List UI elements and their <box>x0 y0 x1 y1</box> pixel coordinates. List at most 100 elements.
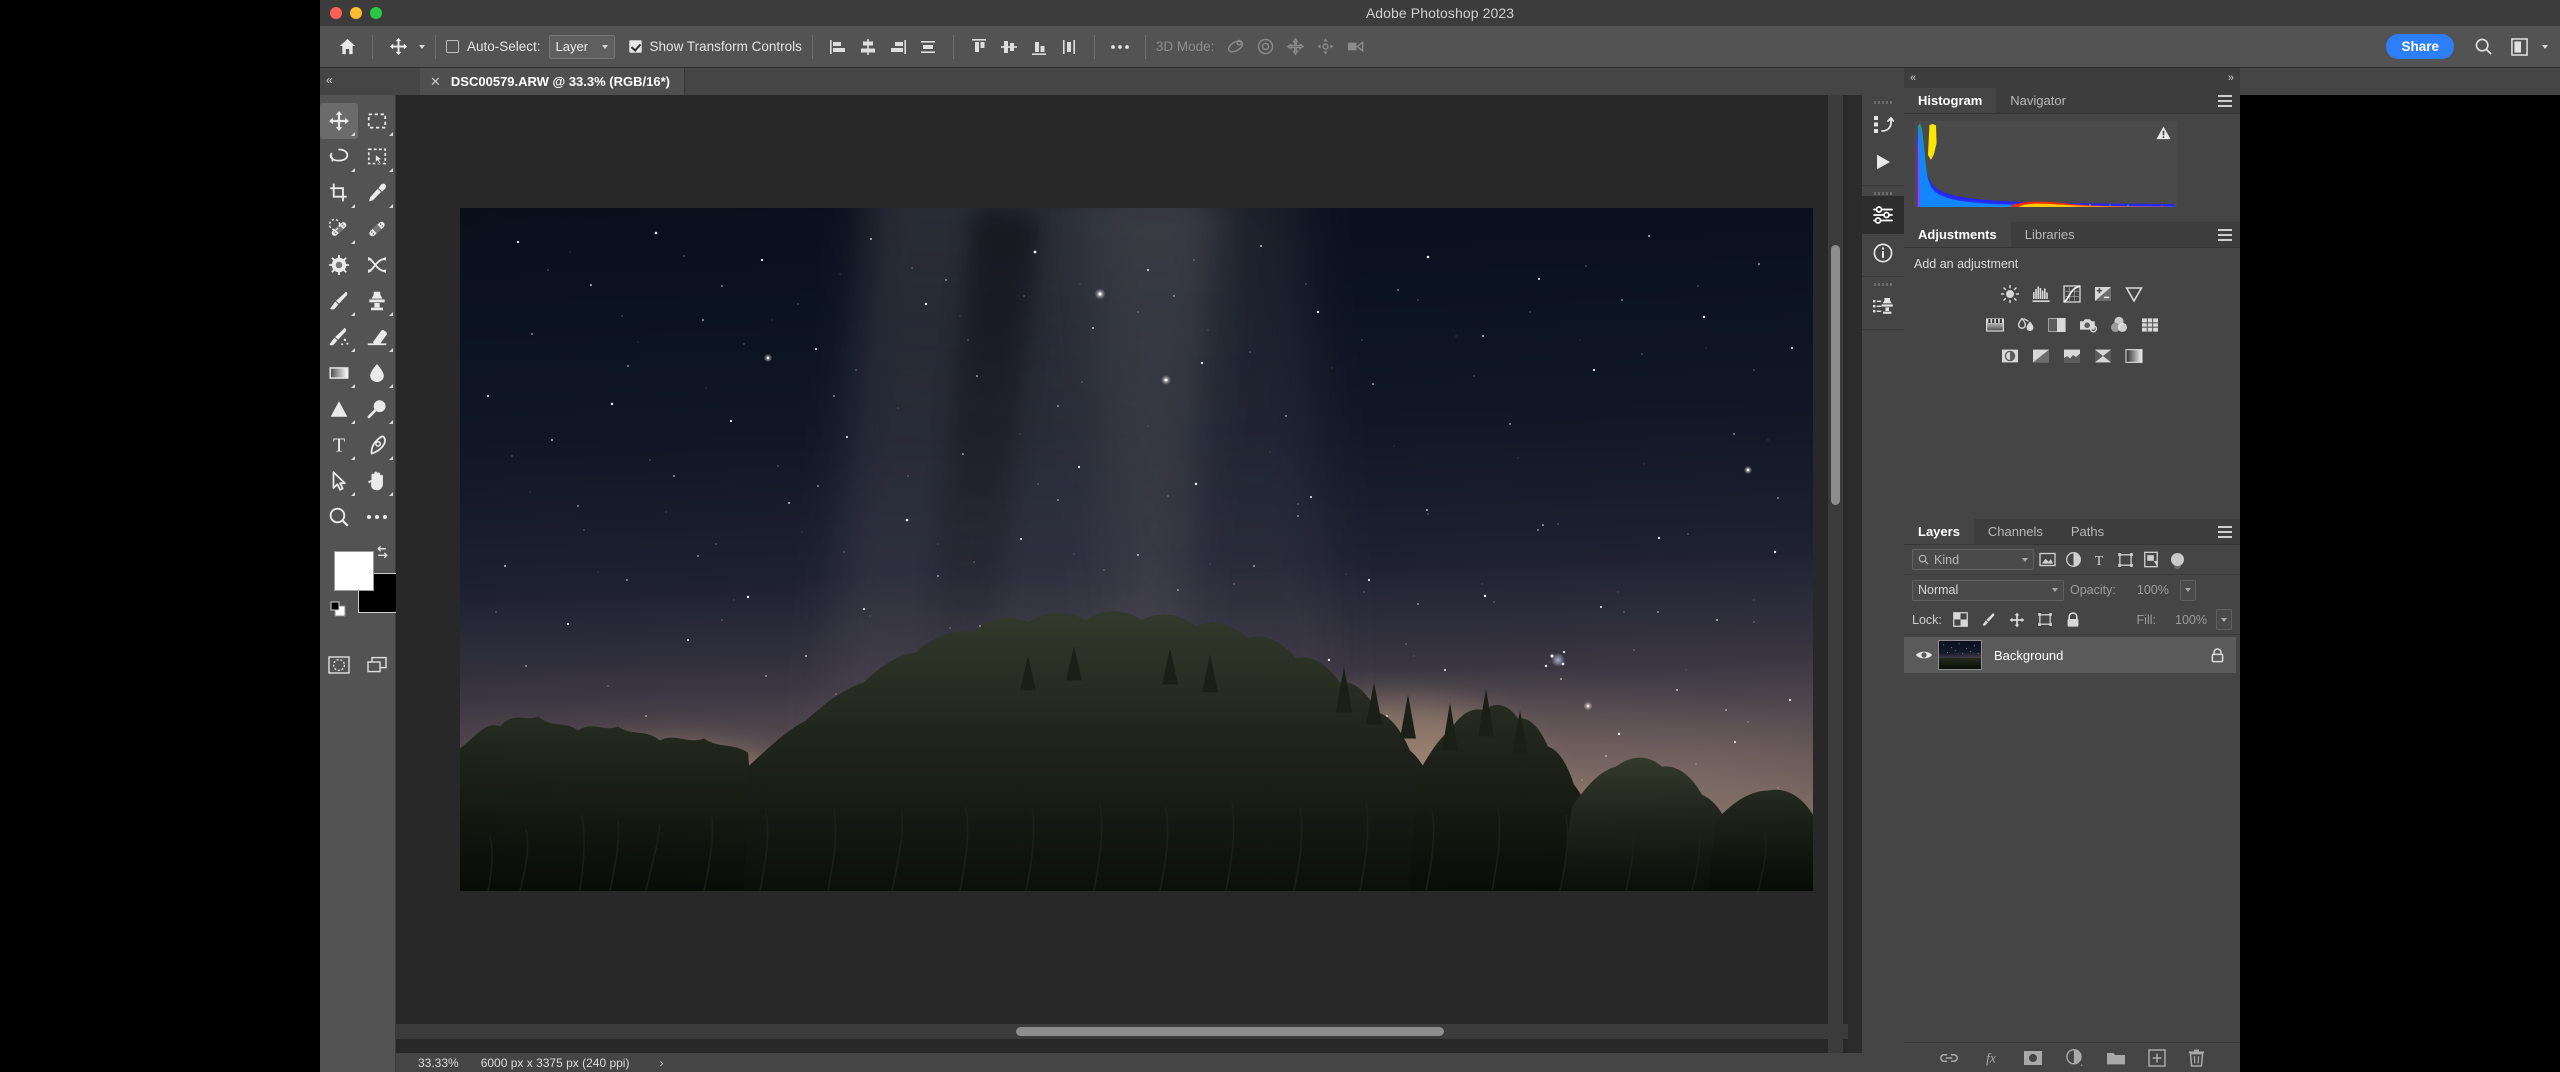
lock-icon[interactable] <box>2211 647 2224 663</box>
black-white-icon[interactable] <box>2046 314 2068 336</box>
delete-layer-icon[interactable] <box>2188 1049 2205 1067</box>
tab-histogram[interactable]: Histogram <box>1904 88 1997 113</box>
brush-tool[interactable] <box>320 283 358 319</box>
move-tool[interactable] <box>320 103 358 139</box>
patch-tool[interactable] <box>320 247 358 283</box>
channel-mixer-icon[interactable] <box>2108 314 2130 336</box>
zoom-tool[interactable] <box>320 499 358 535</box>
exposure-icon[interactable] <box>2092 283 2114 305</box>
tab-libraries[interactable]: Libraries <box>2010 222 2089 247</box>
foreground-color-swatch[interactable] <box>334 551 374 591</box>
table-row[interactable]: Background <box>1904 637 2236 673</box>
new-layer-icon[interactable] <box>2148 1048 2166 1067</box>
lock-position-icon[interactable] <box>2005 608 2029 632</box>
vibrance-icon[interactable] <box>2123 283 2145 305</box>
gradient-map-icon[interactable] <box>2123 345 2145 367</box>
hand-tool[interactable] <box>358 463 396 499</box>
filter-kind-dropdown[interactable]: Kind <box>1912 549 2034 570</box>
threshold-icon[interactable] <box>2061 345 2083 367</box>
auto-select-checkbox[interactable] <box>446 40 459 53</box>
share-button[interactable]: Share <box>2386 34 2454 59</box>
collapse-right-icon[interactable]: » <box>2228 72 2234 84</box>
clone-stamp-tool[interactable] <box>358 283 396 319</box>
type-tool[interactable]: T <box>320 427 358 463</box>
history-brush-tool[interactable] <box>320 319 358 355</box>
filter-pixel-layers-icon[interactable] <box>2034 547 2060 573</box>
posterize-icon[interactable] <box>2030 345 2052 367</box>
spot-healing-brush-tool[interactable] <box>320 211 358 247</box>
blend-mode-dropdown[interactable]: Normal <box>1912 579 2064 601</box>
tab-layers[interactable]: Layers <box>1904 519 1974 544</box>
maximize-window-button[interactable] <box>370 7 382 19</box>
opacity-stepper[interactable] <box>2179 579 2196 601</box>
levels-icon[interactable] <box>2030 283 2052 305</box>
document-image[interactable] <box>460 208 1813 891</box>
photo-filter-icon[interactable] <box>2077 314 2099 336</box>
screen-mode-button[interactable] <box>358 647 396 683</box>
collapse-left-icon[interactable]: « <box>326 73 333 87</box>
home-icon[interactable] <box>332 32 362 62</box>
new-adjustment-layer-icon[interactable] <box>2065 1048 2084 1067</box>
info-panel-icon[interactable] <box>1862 234 1904 272</box>
rectangular-marquee-tool[interactable] <box>358 103 396 139</box>
workspace-caret-icon[interactable] <box>2542 44 2548 49</box>
align-horizontal-centers-icon[interactable] <box>853 32 883 62</box>
align-bottom-edges-icon[interactable] <box>1024 32 1054 62</box>
properties-panel-icon[interactable] <box>1862 196 1904 234</box>
add-layer-mask-icon[interactable] <box>2023 1050 2043 1066</box>
panel-menu-icon[interactable] <box>2218 95 2232 110</box>
eye-icon[interactable] <box>1910 649 1938 661</box>
pen-tool[interactable] <box>358 427 396 463</box>
content-aware-move-tool[interactable] <box>358 247 396 283</box>
minimize-window-button[interactable] <box>350 7 362 19</box>
panel-menu-icon[interactable] <box>2218 229 2232 244</box>
uncached-data-warning-icon[interactable] <box>2156 126 2171 140</box>
gradient-tool[interactable] <box>320 355 358 391</box>
lock-artboard-nesting-icon[interactable] <box>2033 608 2057 632</box>
filter-shape-layers-icon[interactable] <box>2112 547 2138 573</box>
selective-color-icon[interactable] <box>2092 345 2114 367</box>
close-window-button[interactable] <box>330 7 342 19</box>
filter-toggle-switch[interactable] <box>2164 547 2190 573</box>
quick-mask-mode-button[interactable] <box>320 647 358 683</box>
filter-type-layers-icon[interactable]: T <box>2086 547 2112 573</box>
status-expand-arrow-icon[interactable]: › <box>629 1056 663 1070</box>
history-panel-icon[interactable] <box>1862 105 1904 143</box>
lock-image-pixels-icon[interactable] <box>1977 608 2001 632</box>
canvas-area[interactable] <box>396 95 1848 1053</box>
auto-select-dropdown[interactable]: Layer <box>548 34 615 59</box>
edit-toolbar-button[interactable] <box>358 499 396 535</box>
panel-menu-icon[interactable] <box>2218 526 2232 541</box>
layer-thumbnail[interactable] <box>1938 640 1982 670</box>
default-colors-icon[interactable] <box>330 601 346 617</box>
zoom-level[interactable]: 33.33% <box>396 1056 473 1070</box>
hue-saturation-icon[interactable] <box>1984 314 2006 336</box>
filter-adjustment-layers-icon[interactable] <box>2060 547 2086 573</box>
fill-stepper[interactable] <box>2216 609 2232 630</box>
invert-icon[interactable] <box>1999 345 2021 367</box>
crop-tool[interactable] <box>320 175 358 211</box>
presets-panel-icon[interactable] <box>1862 287 1904 325</box>
distribute-horizontally-icon[interactable] <box>913 32 943 62</box>
color-lookup-icon[interactable] <box>2139 314 2161 336</box>
align-vertical-centers-icon[interactable] <box>994 32 1024 62</box>
brightness-contrast-icon[interactable] <box>1999 283 2021 305</box>
tool-preset-caret-icon[interactable] <box>419 44 425 49</box>
layer-style-fx-icon[interactable]: fx <box>1981 1050 2001 1066</box>
horizontal-scrollbar[interactable] <box>1016 1027 1444 1036</box>
document-tab[interactable]: ✕ DSC00579.ARW @ 33.3% (RGB/16*) <box>420 68 685 95</box>
histogram-graph[interactable] <box>1914 121 2178 207</box>
close-icon[interactable]: ✕ <box>430 75 441 88</box>
workspace-switcher-icon[interactable] <box>2504 32 2534 62</box>
window-controls[interactable] <box>330 7 382 19</box>
healing-brush-tool[interactable] <box>358 211 396 247</box>
color-balance-icon[interactable] <box>2015 314 2037 336</box>
vertical-scrollbar-track[interactable] <box>1828 95 1843 1053</box>
layer-name[interactable]: Background <box>1994 648 2211 663</box>
align-left-edges-icon[interactable] <box>823 32 853 62</box>
eraser-tool[interactable] <box>358 319 396 355</box>
ellipsis-icon[interactable] <box>1105 32 1135 62</box>
swap-colors-icon[interactable] <box>375 545 390 560</box>
search-icon[interactable] <box>2468 32 2498 62</box>
path-selection-tool[interactable] <box>320 463 358 499</box>
